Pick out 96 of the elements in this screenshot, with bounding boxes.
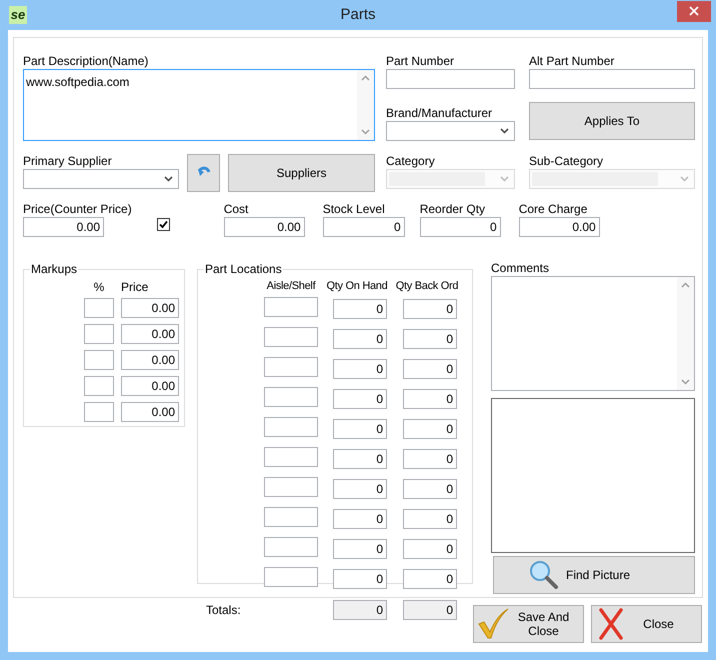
totals-label: Totals: <box>206 602 242 618</box>
magnifier-icon <box>528 559 560 591</box>
close-button[interactable] <box>677 0 711 22</box>
qty-on-hand-field[interactable]: 0 <box>333 298 387 318</box>
scroll-down-icon[interactable] <box>681 379 690 385</box>
dropdown[interactable] <box>23 169 179 189</box>
cost-field[interactable]: 0.00 <box>224 217 305 237</box>
scroll-bar[interactable] <box>357 70 374 140</box>
aisle-shelf-field[interactable] <box>264 446 318 466</box>
close-button[interactable]: Close <box>591 605 702 643</box>
qty-back-ord-field[interactable]: 0 <box>403 538 457 558</box>
qty-on-hand-field[interactable]: 0 <box>333 568 387 588</box>
qty-back-ord-field[interactable]: 0 <box>403 568 457 588</box>
cross-icon <box>598 608 624 640</box>
column-header: Qty On Hand <box>326 279 388 294</box>
percent-field[interactable] <box>84 298 114 318</box>
aisle-shelf-field[interactable] <box>264 566 318 586</box>
core-charge-field[interactable]: 0.00 <box>518 217 600 237</box>
qty-back-ord-field[interactable]: 0 <box>403 328 457 348</box>
field-label: Cost <box>224 202 250 217</box>
qty-back-ord-field[interactable]: 0 <box>403 448 457 468</box>
total-back-ord-field[interactable]: 0 <box>403 600 457 620</box>
aisle-shelf-field[interactable] <box>264 386 318 406</box>
qty-back-ord-field[interactable]: 0 <box>403 508 457 528</box>
qty-on-hand-field[interactable]: 0 <box>333 508 387 528</box>
qty-back-ord-field[interactable]: 0 <box>403 418 457 438</box>
qty-on-hand-field[interactable]: 0 <box>333 328 387 348</box>
column-header: Price <box>121 279 148 296</box>
reorder-qty-field[interactable]: 0 <box>420 217 501 237</box>
qty-on-hand-field[interactable]: 0 <box>333 388 387 408</box>
qty-on-hand-field[interactable]: 0 <box>333 418 387 438</box>
checkbox[interactable] <box>156 218 170 231</box>
aisle-shelf-field[interactable] <box>264 326 318 346</box>
field-label: Sub-Category <box>529 154 604 169</box>
qty-on-hand-field[interactable]: 0 <box>333 478 387 498</box>
field-label: Reorder Qty <box>420 202 486 217</box>
dropdown[interactable] <box>386 121 515 141</box>
field-label: Price(Counter Price) <box>23 202 132 217</box>
price-field[interactable]: 0.00 <box>121 376 179 396</box>
app-logo: se <box>9 6 27 24</box>
aisle-shelf-field[interactable] <box>264 416 318 436</box>
group-title: Markups <box>30 262 78 276</box>
description-field[interactable]: www.softpedia.com <box>23 69 375 141</box>
qty-back-ord-field[interactable]: 0 <box>403 358 457 378</box>
field-label: Comments <box>491 261 550 276</box>
percent-field[interactable] <box>84 376 114 396</box>
percent-field[interactable] <box>84 402 114 422</box>
price-field[interactable]: 0.00 <box>121 324 179 344</box>
text-field[interactable] <box>529 69 695 89</box>
aisle-shelf-field[interactable] <box>264 296 318 316</box>
percent-field[interactable] <box>84 324 114 344</box>
column-header: % <box>92 279 106 296</box>
field-label: Part Description(Name) <box>23 54 150 69</box>
field-value: www.softpedia.com <box>25 74 130 91</box>
percent-field[interactable] <box>84 350 114 370</box>
suppliers-button[interactable]: Suppliers <box>228 154 375 192</box>
field-label: Category <box>386 154 436 169</box>
scroll-up-icon[interactable] <box>681 282 690 288</box>
field-label: Stock Level <box>322 202 386 217</box>
stock-level-field[interactable]: 0 <box>322 217 405 237</box>
qty-back-ord-field[interactable]: 0 <box>403 478 457 498</box>
close-icon <box>689 6 699 16</box>
text-field[interactable] <box>386 69 515 89</box>
column-header: Aisle/Shelf <box>266 279 317 294</box>
price-field[interactable]: 0.00 <box>121 298 179 318</box>
aisle-shelf-field[interactable] <box>264 356 318 376</box>
window-title: Parts <box>340 4 376 25</box>
total-on-hand-field[interactable]: 0 <box>333 600 387 620</box>
field-label: Core Charge <box>518 202 588 217</box>
qty-on-hand-field[interactable]: 0 <box>333 358 387 378</box>
column-header: Qty Back Ord <box>394 279 460 294</box>
save-button[interactable]: Save And Close <box>473 605 584 643</box>
scroll-down-icon[interactable] <box>361 129 370 135</box>
qty-on-hand-field[interactable]: 0 <box>333 538 387 558</box>
field-label: Part Number <box>386 54 456 69</box>
price-field[interactable]: 0.00 <box>121 402 179 422</box>
applies-to-button[interactable]: Applies To <box>529 102 695 140</box>
qty-back-ord-field[interactable]: 0 <box>403 298 457 318</box>
aisle-shelf-field[interactable] <box>264 536 318 556</box>
field-label: Alt Part Number <box>529 54 616 69</box>
find-picture-button[interactable]: Find Picture <box>493 556 695 594</box>
scroll-bar[interactable] <box>677 277 694 390</box>
qty-back-ord-field[interactable]: 0 <box>403 388 457 408</box>
aisle-shelf-field[interactable] <box>264 506 318 526</box>
field-label: Primary Supplier <box>23 154 113 169</box>
price-field[interactable]: 0.00 <box>23 217 104 237</box>
scroll-up-icon[interactable] <box>361 75 370 81</box>
field-label: Brand/Manufacturer <box>386 106 494 121</box>
checkmark-icon <box>476 608 508 640</box>
price-field[interactable]: 0.00 <box>121 350 179 370</box>
group-title: Part Locations <box>204 262 283 276</box>
checkmark-icon <box>158 220 168 229</box>
aisle-shelf-field[interactable] <box>264 476 318 496</box>
refresh-button[interactable] <box>187 154 220 192</box>
qty-on-hand-field[interactable]: 0 <box>333 448 387 468</box>
comments-field[interactable] <box>491 276 695 391</box>
